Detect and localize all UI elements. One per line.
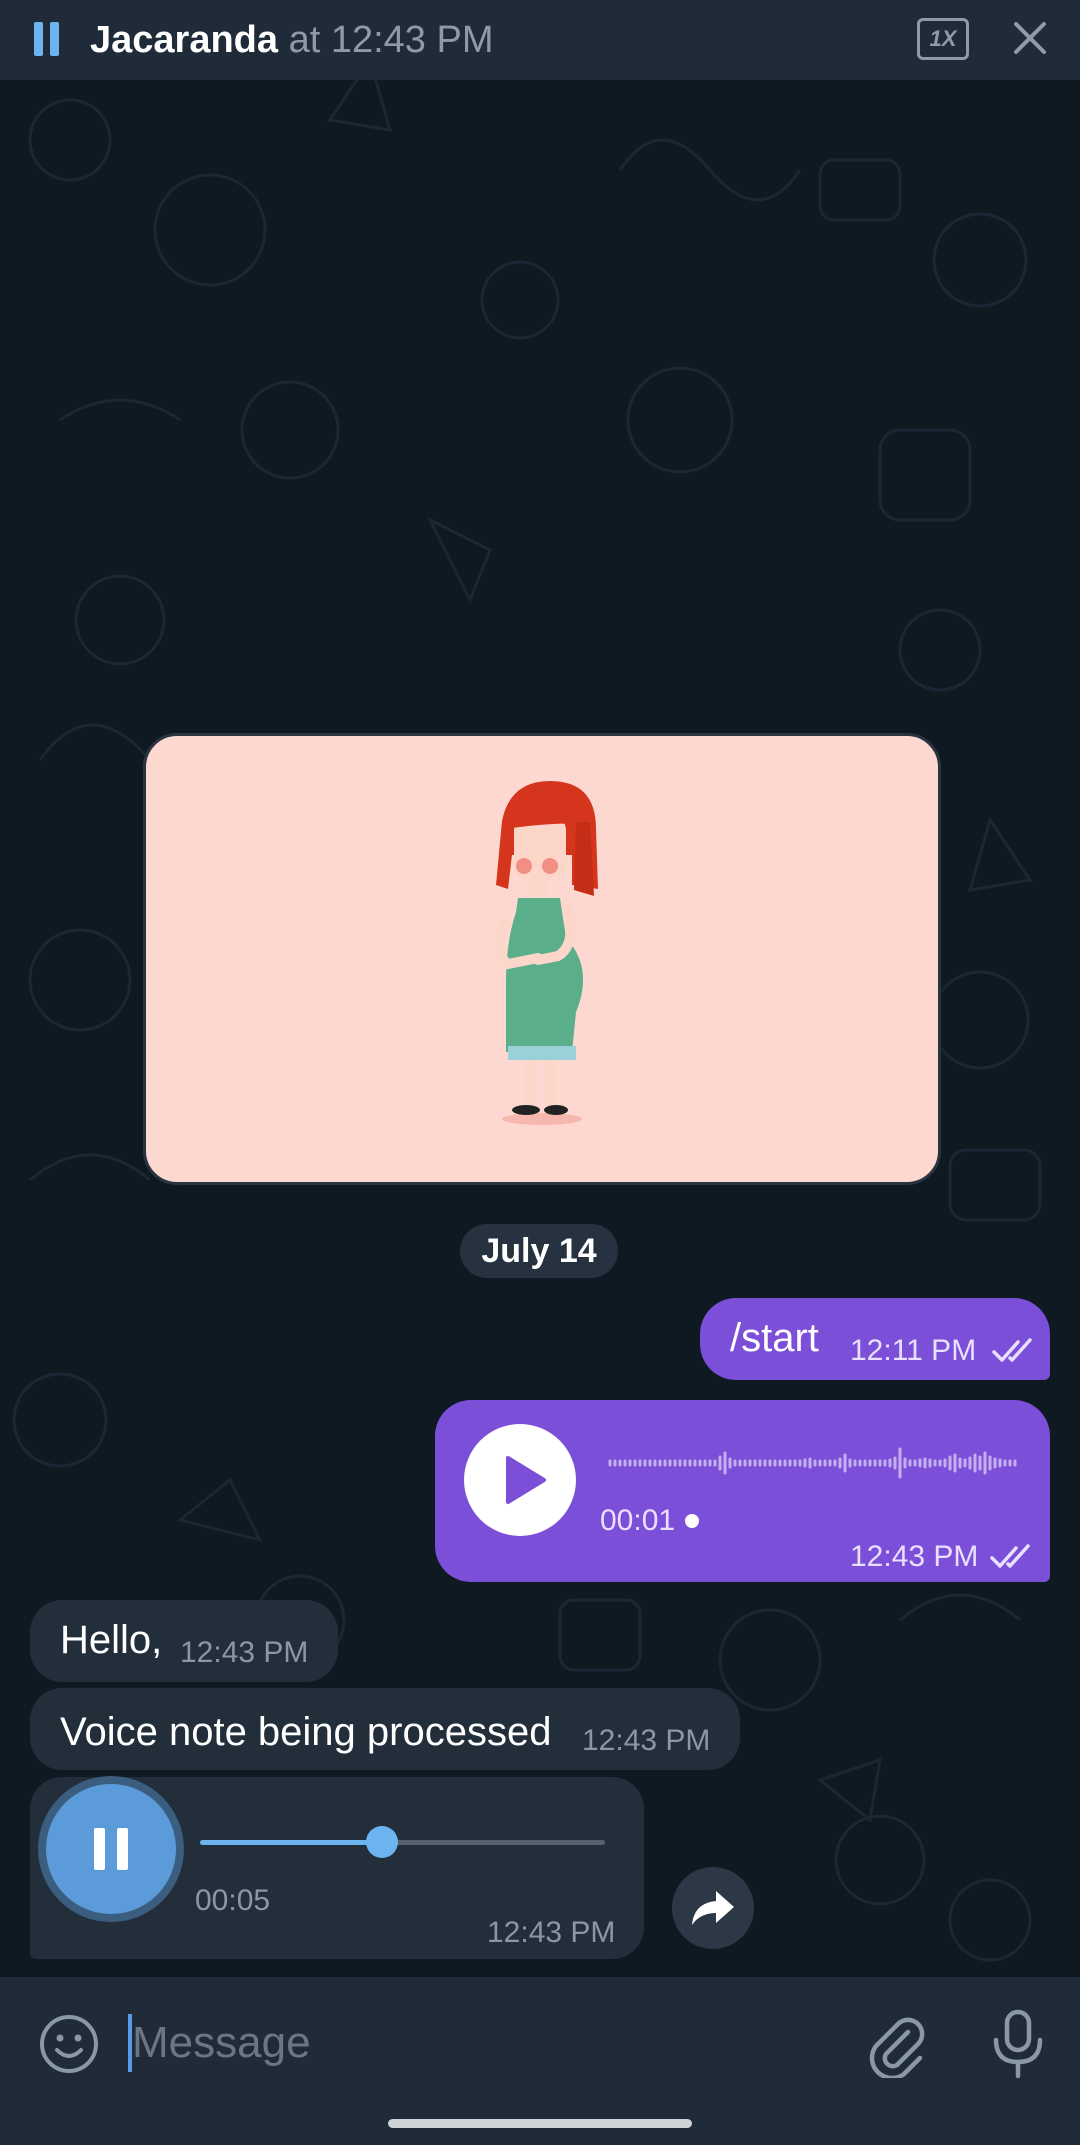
player-pause-icon[interactable] (32, 22, 62, 56)
outgoing-message-bubble[interactable]: /start 12:11 PM (700, 1298, 1050, 1380)
voice-progress-fill (200, 1840, 383, 1845)
play-icon (506, 1456, 546, 1504)
media-message[interactable] (143, 733, 941, 1185)
illustration-pregnant-woman (494, 781, 598, 1125)
double-check-icon (990, 1544, 1030, 1568)
play-button[interactable] (464, 1424, 576, 1536)
player-title[interactable]: Jacaranda at 12:43 PM (90, 18, 493, 62)
voice-waveform (608, 1447, 1017, 1479)
audio-player-bar: Jacaranda at 12:43 PM 1X (0, 0, 1080, 80)
share-icon (692, 1891, 734, 1925)
message-text: Voice note being processed (60, 1710, 552, 1754)
paperclip-icon[interactable] (862, 2010, 930, 2078)
share-button[interactable] (672, 1867, 754, 1949)
voice-progress-knob[interactable] (366, 1826, 399, 1858)
voice-duration: 00:01 (600, 1504, 676, 1537)
player-sender-name: Jacaranda (90, 19, 279, 61)
message-text: /start (730, 1316, 819, 1360)
message-time: 12:43 PM (487, 1916, 616, 1949)
message-time: 12:43 PM (180, 1636, 309, 1669)
message-time: 12:43 PM (850, 1540, 979, 1573)
player-title-separator: at (278, 19, 331, 61)
double-check-icon (992, 1338, 1032, 1362)
date-separator: July 14 (460, 1224, 618, 1278)
message-time: 12:43 PM (582, 1724, 711, 1757)
incoming-message-bubble[interactable]: Hello, 12:43 PM (30, 1600, 338, 1682)
voice-pause-button[interactable] (46, 1784, 176, 1914)
microphone-icon[interactable] (988, 2008, 1048, 2080)
voice-elapsed: 00:05 (195, 1884, 271, 1917)
home-indicator (388, 2119, 692, 2128)
message-time: 12:11 PM (850, 1334, 977, 1367)
playback-speed-button[interactable]: 1X (917, 18, 969, 60)
voice-progress-slider[interactable] (200, 1826, 605, 1858)
player-time: 12:43 PM (330, 19, 494, 61)
emoji-icon[interactable] (38, 2013, 100, 2075)
message-text: Hello, (60, 1618, 163, 1662)
close-icon[interactable] (1012, 20, 1048, 56)
message-input[interactable] (132, 2010, 732, 2076)
unplayed-dot (685, 1514, 699, 1528)
incoming-message-bubble[interactable]: Voice note being processed 12:43 PM (30, 1688, 740, 1770)
